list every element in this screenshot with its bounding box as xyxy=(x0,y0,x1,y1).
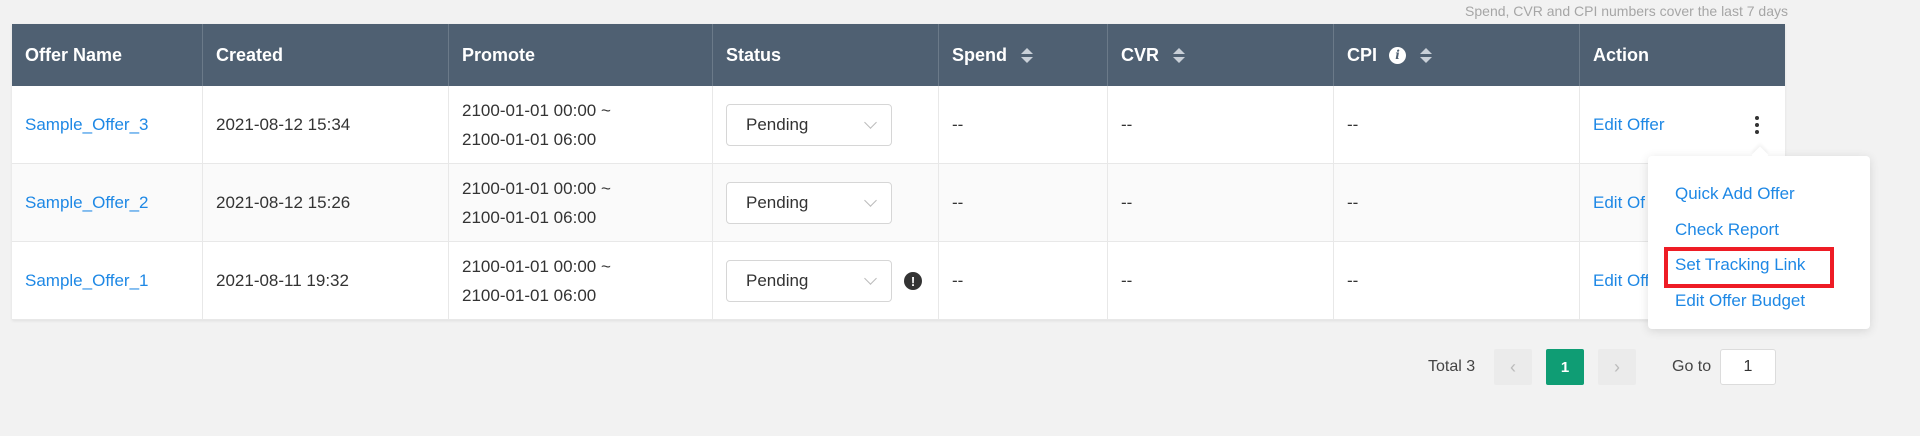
pagination: Total 3 ‹ 1 › Go to xyxy=(0,349,1920,385)
promote-end: 2100-01-01 06:00 xyxy=(462,130,597,149)
cell-offer-name: Sample_Offer_3 xyxy=(12,86,203,164)
col-status-label: Status xyxy=(726,44,782,65)
sort-icon[interactable] xyxy=(1021,47,1034,63)
table-row: Sample_Offer_1 2021-08-11 19:32 2100-01-… xyxy=(12,242,1785,320)
goto-page-input[interactable] xyxy=(1720,349,1776,385)
status-value: Pending xyxy=(746,193,809,212)
cell-promote: 2100-01-01 00:00 ~ 2100-01-01 06:00 xyxy=(449,242,713,320)
next-page-button[interactable]: › xyxy=(1598,349,1636,385)
cell-spend: -- xyxy=(939,164,1108,242)
chevron-down-icon xyxy=(864,116,877,129)
cell-promote: 2100-01-01 00:00 ~ 2100-01-01 06:00 xyxy=(449,164,713,242)
menu-item-check-report[interactable]: Check Report xyxy=(1648,212,1870,248)
sort-icon[interactable] xyxy=(1173,47,1186,63)
col-promote-label: Promote xyxy=(462,44,536,65)
row-actions-menu: Quick Add Offer Check Report Set Trackin… xyxy=(1648,156,1870,329)
col-cvr-label: CVR xyxy=(1121,44,1160,65)
col-action-label: Action xyxy=(1593,44,1649,65)
col-spend[interactable]: Spend xyxy=(939,24,1108,86)
cell-spend: -- xyxy=(939,242,1108,320)
goto-label: Go to xyxy=(1672,358,1712,375)
cell-created: 2021-08-12 15:34 xyxy=(203,86,449,164)
prev-page-button[interactable]: ‹ xyxy=(1494,349,1532,385)
status-value: Pending xyxy=(746,271,809,290)
cell-created: 2021-08-11 19:32 xyxy=(203,242,449,320)
promote-start: 2100-01-01 00:00 ~ xyxy=(462,257,611,276)
cell-cpi: -- xyxy=(1334,86,1580,164)
promote-start: 2100-01-01 00:00 ~ xyxy=(462,179,611,198)
edit-offer-link[interactable]: Edit Offer xyxy=(1593,115,1665,135)
status-select[interactable]: Pending xyxy=(726,104,892,146)
page-1-button[interactable]: 1 xyxy=(1546,349,1584,385)
cell-created: 2021-08-12 15:26 xyxy=(203,164,449,242)
col-status: Status xyxy=(713,24,939,86)
cell-status: Pending xyxy=(713,86,939,164)
edit-offer-link[interactable]: Edit Of xyxy=(1593,193,1645,213)
col-cvr[interactable]: CVR xyxy=(1108,24,1334,86)
exclamation-icon[interactable]: ! xyxy=(904,272,922,290)
cell-cvr: -- xyxy=(1108,164,1334,242)
col-cpi[interactable]: CPI i xyxy=(1334,24,1580,86)
menu-item-quick-add-offer[interactable]: Quick Add Offer xyxy=(1648,176,1870,212)
chevron-down-icon xyxy=(864,194,877,207)
promote-end: 2100-01-01 06:00 xyxy=(462,286,597,305)
menu-item-set-tracking-link[interactable]: Set Tracking Link xyxy=(1648,247,1870,288)
cell-cpi: -- xyxy=(1334,242,1580,320)
cell-cvr: -- xyxy=(1108,242,1334,320)
cell-status: Pending xyxy=(713,164,939,242)
col-created-label: Created xyxy=(216,44,284,65)
table-header: Offer Name Created Promote Status Spend … xyxy=(12,24,1785,86)
col-promote: Promote xyxy=(449,24,713,86)
col-cpi-label: CPI xyxy=(1347,44,1378,65)
cell-promote: 2100-01-01 00:00 ~ 2100-01-01 06:00 xyxy=(449,86,713,164)
table-body: Sample_Offer_3 2021-08-12 15:34 2100-01-… xyxy=(12,86,1785,320)
offer-name-link[interactable]: Sample_Offer_3 xyxy=(25,115,148,135)
cell-spend: -- xyxy=(939,86,1108,164)
more-vertical-icon[interactable] xyxy=(1751,114,1763,136)
col-offer-name-label: Offer Name xyxy=(25,44,123,65)
offer-name-link[interactable]: Sample_Offer_2 xyxy=(25,193,148,213)
chevron-down-icon xyxy=(864,272,877,285)
metrics-note: Spend, CVR and CPI numbers cover the las… xyxy=(1465,3,1788,19)
menu-item-edit-offer-budget[interactable]: Edit Offer Budget xyxy=(1648,283,1870,319)
status-select[interactable]: Pending xyxy=(726,182,892,224)
sort-icon[interactable] xyxy=(1420,47,1433,63)
cell-offer-name: Sample_Offer_1 xyxy=(12,242,203,320)
table-row: Sample_Offer_3 2021-08-12 15:34 2100-01-… xyxy=(12,86,1785,164)
info-icon[interactable]: i xyxy=(1389,46,1407,64)
status-select[interactable]: Pending xyxy=(726,260,892,302)
cell-status: Pending ! xyxy=(713,242,939,320)
total-count: Total 3 xyxy=(1428,358,1476,375)
table-row: Sample_Offer_2 2021-08-12 15:26 2100-01-… xyxy=(12,164,1785,242)
promote-start: 2100-01-01 00:00 ~ xyxy=(462,101,611,120)
cell-offer-name: Sample_Offer_2 xyxy=(12,164,203,242)
cell-cpi: -- xyxy=(1334,164,1580,242)
col-offer-name: Offer Name xyxy=(12,24,203,86)
promote-end: 2100-01-01 06:00 xyxy=(462,208,597,227)
status-value: Pending xyxy=(746,115,809,134)
offers-table: Offer Name Created Promote Status Spend … xyxy=(12,24,1785,320)
cell-cvr: -- xyxy=(1108,86,1334,164)
offer-name-link[interactable]: Sample_Offer_1 xyxy=(25,271,148,291)
col-created: Created xyxy=(203,24,449,86)
col-spend-label: Spend xyxy=(952,44,1008,65)
col-action: Action xyxy=(1580,24,1785,86)
